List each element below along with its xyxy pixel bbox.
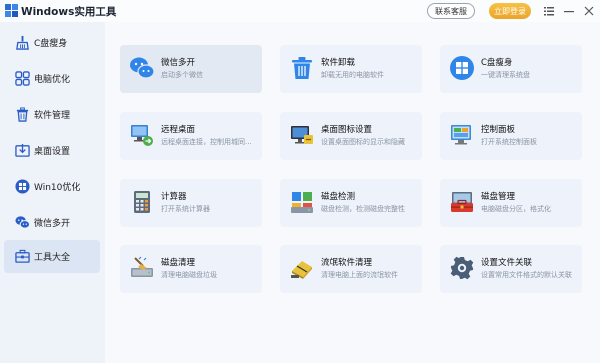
control-panel-icon <box>451 125 471 145</box>
sidebar-item-label: 软件管理 <box>34 111 71 121</box>
tool-title: C盘瘦身 <box>481 58 513 68</box>
tool-description: 设置常用文件格式的默认关联 <box>481 271 572 279</box>
toolbox-red-icon <box>451 192 473 212</box>
toolbox-icon <box>15 249 30 263</box>
sidebar-item-toolbox[interactable]: 工具大全 <box>4 240 100 273</box>
sidebar-item-label: Win10优化 <box>34 183 81 193</box>
broom-icon <box>16 35 29 50</box>
wechat-icon <box>130 57 155 79</box>
tool-description: 打开系统计算器 <box>161 205 210 213</box>
app-logo-icon <box>5 4 18 17</box>
tool-title: 磁盘检测 <box>321 192 356 202</box>
tool-card-disk-manage[interactable]: 磁盘管理 电脑磁盘分区，格式化 <box>440 179 582 227</box>
trash-icon <box>292 57 312 79</box>
remote-desktop-icon <box>131 125 153 146</box>
tool-title: 微信多开 <box>161 58 196 68</box>
tool-card-desktop-icons[interactable]: 桌面图标设置 设置桌面图标的显示和隐藏 <box>280 112 422 160</box>
tool-title: 设置文件关联 <box>481 258 533 268</box>
tool-card-malware-clean[interactable]: 流氓软件清理 清理电脑上面的流氓软件 <box>280 245 422 293</box>
disk-cleanup-icon <box>131 256 153 277</box>
tool-card-remote-desktop[interactable]: 远程桌面 远程桌面连接，控制用城同... <box>120 112 262 160</box>
tool-description: 磁盘检测，检测磁盘完整性 <box>321 205 405 213</box>
tool-description: 电脑磁盘分区，格式化 <box>481 205 551 213</box>
tool-title: 磁盘管理 <box>481 192 516 202</box>
tool-description: 远程桌面连接，控制用城同... <box>161 138 252 146</box>
tool-title: 桌面图标设置 <box>321 125 373 135</box>
tool-description: 启动多个微信 <box>161 71 203 79</box>
eraser-icon <box>291 261 312 279</box>
tool-description: 一键清理系统盘 <box>481 71 530 79</box>
tool-card-wechat-multi[interactable]: 微信多开 启动多个微信 <box>120 45 262 93</box>
calculator-icon <box>134 191 150 213</box>
tools-grid: 微信多开 启动多个微信 软件卸载 卸载无用的电脑软件 C盘瘦身 一键清理系统盘 <box>105 22 600 363</box>
tool-description: 设置桌面图标的显示和隐藏 <box>321 138 405 146</box>
wechat-icon <box>15 216 30 229</box>
sidebar-item-pc-optimize[interactable]: 电脑优化 <box>4 62 100 95</box>
close-icon[interactable] <box>581 3 597 19</box>
login-button[interactable]: 立即登录 <box>489 3 531 19</box>
tool-card-file-association[interactable]: 设置文件关联 设置常用文件格式的默认关联 <box>440 245 582 293</box>
tool-title: 磁盘清理 <box>161 258 196 268</box>
desktop-icons-icon <box>291 126 313 144</box>
sidebar-item-label: 微信多开 <box>34 219 71 229</box>
gear-icon <box>450 256 474 280</box>
title-bar: Windows实用工具 联系客服 立即登录 <box>0 0 600 22</box>
sidebar-item-label: 桌面设置 <box>34 147 71 157</box>
sidebar-item-software-manage[interactable]: 软件管理 <box>4 98 100 131</box>
sidebar: C盘瘦身 电脑优化 软件管理 桌面设置 Win10优化 微信多开 工具大全 <box>0 22 105 363</box>
tool-card-disk-cleanup[interactable]: 磁盘清理 清理电脑磁盘垃圾 <box>120 245 262 293</box>
sidebar-item-label: 工具大全 <box>34 253 71 263</box>
tool-description: 卸载无用的电脑软件 <box>321 71 384 79</box>
sidebar-item-c-drive-slim[interactable]: C盘瘦身 <box>4 26 100 59</box>
disk-check-icon <box>291 192 313 213</box>
grid-icon <box>15 71 30 86</box>
sidebar-item-desktop-settings[interactable]: 桌面设置 <box>4 134 100 167</box>
tool-description: 打开系统控制面板 <box>481 138 537 146</box>
app-title: Windows实用工具 <box>21 6 117 18</box>
tool-card-c-drive-slim[interactable]: C盘瘦身 一键清理系统盘 <box>440 45 582 93</box>
tool-card-disk-check[interactable]: 磁盘检测 磁盘检测，检测磁盘完整性 <box>280 179 422 227</box>
tool-title: 计算器 <box>161 192 187 202</box>
tool-card-calculator[interactable]: 计算器 打开系统计算器 <box>120 179 262 227</box>
sidebar-item-win10-optimize[interactable]: Win10优化 <box>4 170 100 203</box>
tool-card-control-panel[interactable]: 控制面板 打开系统控制面板 <box>440 112 582 160</box>
tool-description: 清理电脑上面的流氓软件 <box>321 271 398 279</box>
desktop-download-icon <box>15 143 30 157</box>
contact-support-button[interactable]: 联系客服 <box>427 3 475 19</box>
sidebar-item-label: C盘瘦身 <box>34 39 68 49</box>
menu-icon[interactable] <box>541 3 557 19</box>
tool-title: 远程桌面 <box>161 125 196 135</box>
tool-description: 清理电脑磁盘垃圾 <box>161 271 217 279</box>
sidebar-item-wechat-multi[interactable]: 微信多开 <box>4 206 100 239</box>
tool-card-uninstall[interactable]: 软件卸载 卸载无用的电脑软件 <box>280 45 422 93</box>
windows-icon <box>450 56 474 80</box>
tool-title: 流氓软件清理 <box>321 258 373 268</box>
windows-icon <box>15 179 30 194</box>
sidebar-item-label: 电脑优化 <box>34 75 71 85</box>
tool-title: 软件卸载 <box>321 58 356 68</box>
minimize-icon[interactable] <box>561 3 577 19</box>
trash-icon <box>16 107 29 122</box>
tool-title: 控制面板 <box>481 125 516 135</box>
